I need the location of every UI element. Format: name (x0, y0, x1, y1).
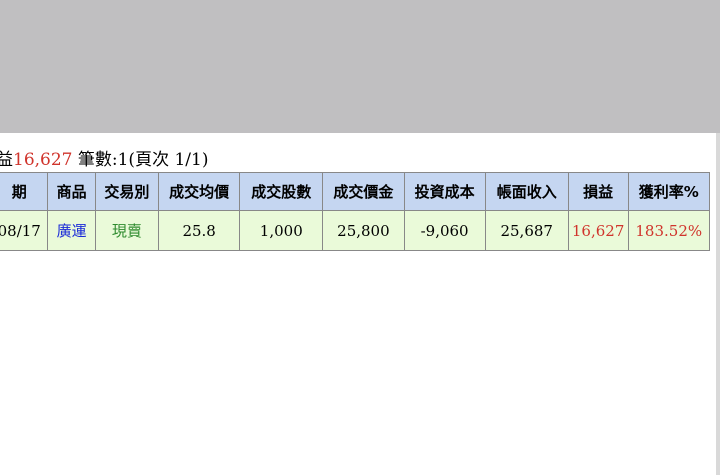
col-header-return-rate[interactable]: 獲利率% (627, 172, 710, 211)
trade-table: 期 商品 交易別 成交均價 成交股數 成交價金 投資成本 帳面收入 損益 獲利率… (0, 172, 710, 251)
table-header-row: 期 商品 交易別 成交均價 成交股數 成交價金 投資成本 帳面收入 損益 獲利率… (0, 172, 710, 211)
col-header-shares[interactable]: 成交股數 (239, 172, 324, 211)
summary-count: 筆數:1(頁次 1/1) (72, 150, 209, 170)
cell-cost: -9,060 (403, 210, 486, 251)
cell-amount: 25,800 (322, 210, 405, 251)
cell-profit-loss: 16,627 (567, 210, 629, 251)
summary-label: 益 (0, 150, 13, 170)
cell-product-link[interactable]: 廣運 (47, 210, 96, 251)
summary-line: 益16,627 筆數:1(頁次 1/1) (0, 145, 208, 170)
col-header-date[interactable]: 期 (0, 172, 49, 211)
col-header-trade-type[interactable]: 交易別 (94, 172, 160, 211)
col-header-income[interactable]: 帳面收入 (484, 172, 569, 211)
summary-profit: 16,627 (13, 150, 73, 170)
col-header-amount[interactable]: 成交價金 (322, 172, 405, 211)
cell-trade-type: 現賣 (94, 210, 160, 251)
cell-return-rate: 183.52% (627, 210, 710, 251)
col-header-profit-loss[interactable]: 損益 (567, 172, 629, 211)
col-header-product[interactable]: 商品 (47, 172, 96, 211)
cell-income: 25,687 (484, 210, 569, 251)
top-gray-area (0, 0, 720, 133)
table-row: 08/17 廣運 現賣 25.8 1,000 25,800 -9,060 25,… (0, 210, 710, 251)
cell-shares: 1,000 (239, 210, 324, 251)
col-header-cost[interactable]: 投資成本 (403, 172, 486, 211)
scrollbar-edge[interactable] (716, 133, 720, 475)
cell-avg-price: 25.8 (158, 210, 241, 251)
cell-date: 08/17 (0, 210, 49, 251)
col-header-avg-price[interactable]: 成交均價 (158, 172, 241, 211)
